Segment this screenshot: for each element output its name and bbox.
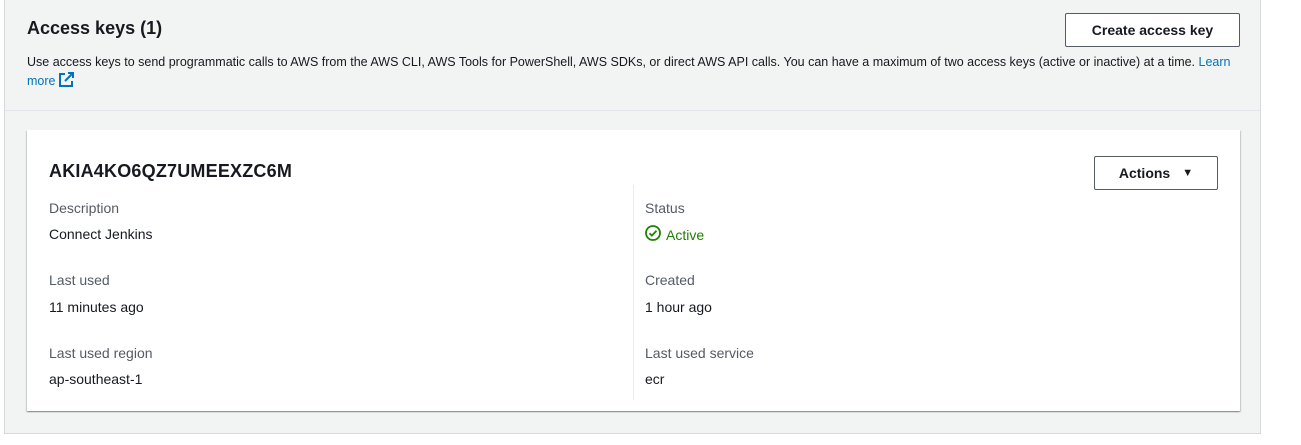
external-link-icon (58, 72, 75, 94)
last-used-value: 11 minutes ago (49, 299, 144, 315)
description-label: Description (49, 200, 120, 216)
access-key-id: AKIA4KO6QZ7UMEEXZC6M (49, 161, 293, 181)
status-value: Active (666, 226, 705, 243)
description-text: Use access keys to send programmatic cal… (27, 55, 1196, 69)
status-label: Status (645, 200, 685, 216)
last-used-service-value: ecr (645, 371, 665, 387)
caret-down-icon: ▼ (1182, 167, 1194, 179)
created-label: Created (645, 272, 695, 288)
actions-label: Actions (1118, 165, 1171, 181)
created-value: 1 hour ago (645, 299, 712, 315)
panel-description: Use access keys to send programmatic cal… (27, 53, 1237, 94)
status-check-icon (645, 225, 666, 244)
last-used-service-label: Last used service (645, 345, 754, 361)
access-key-card: AKIA4KO6QZ7UMEEXZC6M Actions ▼ Descripti… (27, 130, 1240, 411)
last-used-region-label: Last used region (49, 345, 153, 361)
last-used-region-value: ap-southeast-1 (49, 371, 143, 387)
last-used-label: Last used (49, 272, 110, 288)
column-divider (633, 185, 634, 400)
status-badge: Active (645, 225, 704, 244)
actions-dropdown-button[interactable]: Actions ▼ (1094, 156, 1218, 190)
panel-header: Access keys (1) Create access key Use ac… (5, 0, 1260, 111)
description-value: Connect Jenkins (49, 226, 153, 242)
panel-title: Access keys (1) (27, 18, 163, 38)
create-access-key-button[interactable]: Create access key (1065, 13, 1240, 47)
access-keys-panel: Access keys (1) Create access key Use ac… (4, 0, 1261, 434)
